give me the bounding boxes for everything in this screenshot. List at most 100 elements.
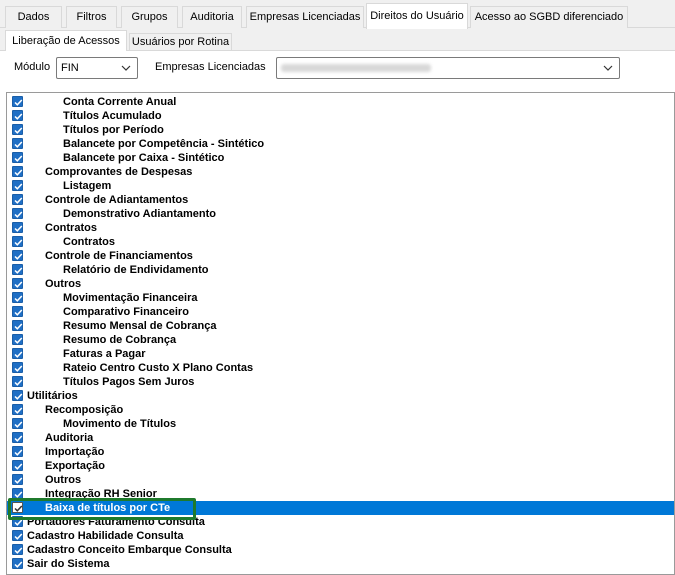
tree-item[interactable]: Rateio Centro Custo X Plano Contas [7,361,674,375]
tree-item[interactable]: Demonstrativo Adiantamento [7,207,674,221]
checkmark-icon [14,491,23,498]
checkbox[interactable] [12,250,23,261]
checkbox[interactable] [12,348,23,359]
tab-empresas-licenciadas[interactable]: Empresas Licenciadas [246,6,364,28]
checkbox[interactable] [12,138,23,149]
tab-direitos-do-usuario[interactable]: Direitos do Usuário [366,3,468,29]
checkbox[interactable] [12,446,23,457]
tree-item[interactable]: Cadastro Conceito Embarque Consulta [7,543,674,557]
tree-item[interactable]: Integração RH Senior [7,487,674,501]
tree-item[interactable]: Movimento de Títulos [7,417,674,431]
checkbox[interactable] [12,516,23,527]
checkbox[interactable] [12,488,23,499]
checkbox[interactable] [12,334,23,345]
checkbox[interactable] [12,320,23,331]
tree-item[interactable]: Sair do Sistema [7,557,674,571]
tab-filtros[interactable]: Filtros [66,6,117,28]
tree-item[interactable]: Recomposição [7,403,674,417]
tree-item[interactable]: Exportação [7,459,674,473]
checkbox[interactable] [12,474,23,485]
checkbox[interactable] [12,124,23,135]
checkbox[interactable] [12,544,23,555]
checkbox[interactable] [12,180,23,191]
checkmark-icon [14,505,23,512]
tree-item[interactable]: Comprovantes de Despesas [7,165,674,179]
tree-item[interactable]: Movimentação Financeira [7,291,674,305]
checkbox[interactable] [12,418,23,429]
checkmark-icon [14,295,23,302]
checkmark-icon [14,113,23,120]
tree-item[interactable]: Outros [7,473,674,487]
checkmark-icon [14,449,23,456]
tree-item-label: Auditoria [45,432,94,444]
checkbox[interactable] [12,110,23,121]
checkbox[interactable] [12,432,23,443]
checkmark-icon [14,463,23,470]
tree-item[interactable]: Resumo de Cobrança [7,333,674,347]
tree-item[interactable]: Conta Corrente Anual [7,95,674,109]
tree-item[interactable]: Controle de Financiamentos [7,249,674,263]
modulo-select[interactable]: FIN [56,57,138,79]
checkmark-icon [14,183,23,190]
tree-item[interactable]: Auditoria [7,431,674,445]
tree-item[interactable]: Outros [7,277,674,291]
tree-item-label: Comparativo Financeiro [63,306,189,318]
empresas-licenciadas-select[interactable] [276,57,620,79]
tree-item[interactable]: Títulos Acumulado [7,109,674,123]
subtab-liberacao-de-acessos[interactable]: Liberação de Acessos [5,30,127,51]
checkbox[interactable] [12,530,23,541]
tree-item[interactable]: Balancete por Competência - Sintético [7,137,674,151]
checkbox[interactable] [12,306,23,317]
checkbox[interactable] [12,558,23,569]
tab-acesso-sgbd[interactable]: Acesso ao SGBD diferenciado [470,6,628,28]
tree-item[interactable]: Comparativo Financeiro [7,305,674,319]
tree-item-label: Exportação [45,460,105,472]
checkmark-icon [14,127,23,134]
tree-item[interactable]: Relatório de Endividamento [7,263,674,277]
checkbox[interactable] [12,208,23,219]
tree-item[interactable]: Importação [7,445,674,459]
checkbox[interactable] [12,376,23,387]
checkbox[interactable] [12,96,23,107]
tree-item[interactable]: Balancete por Caixa - Sintético [7,151,674,165]
checkbox[interactable] [12,152,23,163]
modulo-label: Módulo [14,61,51,73]
tree-item[interactable]: Listagem [7,179,674,193]
checkbox[interactable] [12,264,23,275]
empresas-licenciadas-label: Empresas Licenciadas [155,61,266,73]
checkbox[interactable] [12,362,23,373]
tree-item[interactable]: Portadores Faturamento Consulta [7,515,674,529]
tree-item[interactable]: Controle de Adiantamentos [7,193,674,207]
tree-item[interactable]: Resumo Mensal de Cobrança [7,319,674,333]
tree-item-label: Títulos por Período [63,124,164,136]
checkbox[interactable] [12,194,23,205]
permissions-tree[interactable]: Conta Corrente Anual Títulos Acumulado Tít… [6,92,675,575]
tree-item[interactable]: Contratos [7,235,674,249]
tree-item[interactable]: Títulos por Período [7,123,674,137]
checkmark-icon [14,309,23,316]
tree-item-label: Faturas a Pagar [63,348,146,360]
tab-grupos[interactable]: Grupos [121,6,178,28]
tree-item[interactable]: Cadastro Habilidade Consulta [7,529,674,543]
subtab-usuarios-por-rotina[interactable]: Usuários por Rotina [129,33,232,51]
tab-dados[interactable]: Dados [5,6,62,28]
checkbox[interactable] [12,278,23,289]
checkmark-icon [14,547,23,554]
tree-item[interactable]: Utilitários [7,389,674,403]
checkbox[interactable] [12,166,23,177]
tree-item[interactable]: Faturas a Pagar [7,347,674,361]
checkbox[interactable] [12,404,23,415]
tree-item-label: Recomposição [45,404,124,416]
checkbox[interactable] [12,236,23,247]
tree-item[interactable]: Baixa de títulos por CTe [7,501,674,515]
checkbox[interactable] [12,292,23,303]
checkbox[interactable] [12,222,23,233]
checkbox[interactable] [12,390,23,401]
checkbox[interactable] [12,502,23,513]
checkmark-icon [14,379,23,386]
tree-item[interactable]: Contratos [7,221,674,235]
tree-item[interactable]: Títulos Pagos Sem Juros [7,375,674,389]
tree-item-label: Balancete por Competência - Sintético [63,138,265,150]
checkbox[interactable] [12,460,23,471]
tab-auditoria[interactable]: Auditoria [182,6,242,28]
